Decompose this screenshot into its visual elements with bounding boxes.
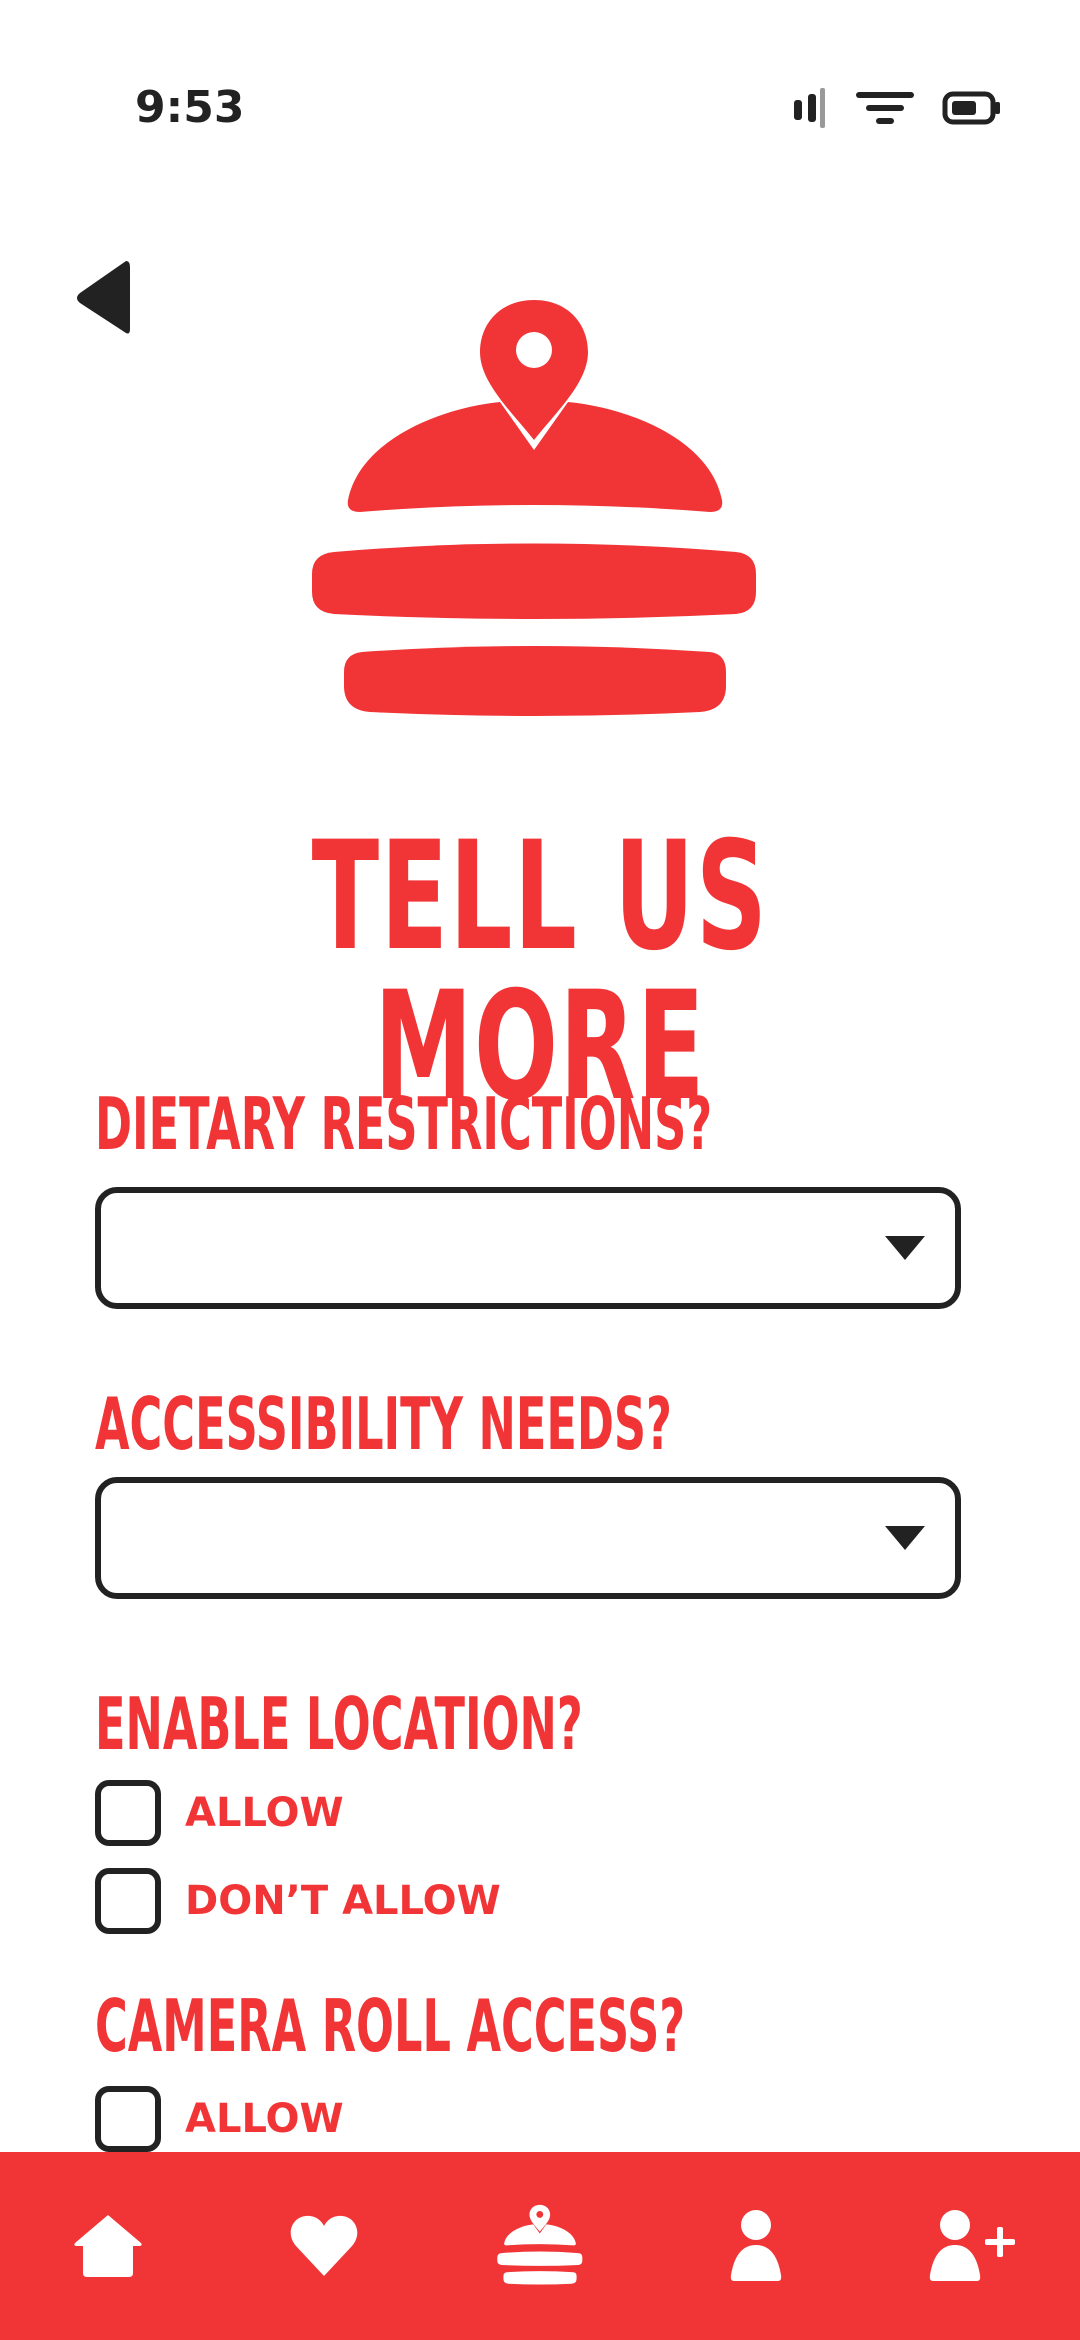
caret-down-icon — [885, 1526, 925, 1550]
nav-profile[interactable] — [701, 2191, 811, 2301]
location-dont-allow-label: DON’T ALLOW — [185, 1878, 501, 1924]
location-allow-option[interactable]: ALLOW — [95, 1780, 344, 1846]
location-dont-allow-checkbox[interactable] — [95, 1868, 161, 1934]
battery-icon — [942, 91, 1000, 125]
caret-down-icon — [885, 1236, 925, 1260]
camera-allow-option[interactable]: ALLOW — [95, 2086, 344, 2152]
dietary-restrictions-label: DIETARY RESTRICTIONS? — [95, 1082, 713, 1166]
status-time: 9:53 — [135, 82, 245, 133]
accessibility-needs-select[interactable] — [95, 1477, 961, 1599]
heart-icon — [290, 2215, 358, 2276]
location-allow-checkbox[interactable] — [95, 1780, 161, 1846]
add-user-icon — [929, 2210, 1015, 2281]
location-allow-label: ALLOW — [185, 1790, 344, 1836]
camera-allow-checkbox[interactable] — [95, 2086, 161, 2152]
status-icons — [790, 88, 1002, 128]
camera-allow-label: ALLOW — [185, 2096, 344, 2142]
nav-add-friend[interactable] — [917, 2191, 1027, 2301]
nav-burger-map[interactable] — [485, 2191, 595, 2301]
dietary-restrictions-select[interactable] — [95, 1187, 961, 1309]
location-dont-allow-option[interactable]: DON’T ALLOW — [95, 1868, 501, 1934]
status-bar: 9:53 — [0, 0, 1080, 200]
back-button[interactable] — [72, 255, 134, 341]
burger-location-icon — [312, 300, 756, 716]
profile-icon — [730, 2210, 782, 2281]
nav-home[interactable] — [53, 2191, 163, 2301]
bottom-nav — [0, 2152, 1080, 2340]
accessibility-needs-label: ACCESSIBILITY NEEDS? — [95, 1382, 672, 1466]
camera-roll-access-label: CAMERA ROLL ACCESS? — [95, 1984, 686, 2068]
wifi-icon — [856, 92, 914, 124]
enable-location-label: ENABLE LOCATION? — [95, 1682, 583, 1766]
burger-location-icon — [497, 2204, 583, 2285]
back-arrow-icon — [77, 261, 130, 334]
home-icon — [74, 2215, 142, 2277]
page-title: TELL US MORE — [311, 810, 769, 1134]
signal-icon — [794, 88, 825, 128]
burger-location-logo — [300, 290, 770, 740]
nav-favorites[interactable] — [269, 2191, 379, 2301]
